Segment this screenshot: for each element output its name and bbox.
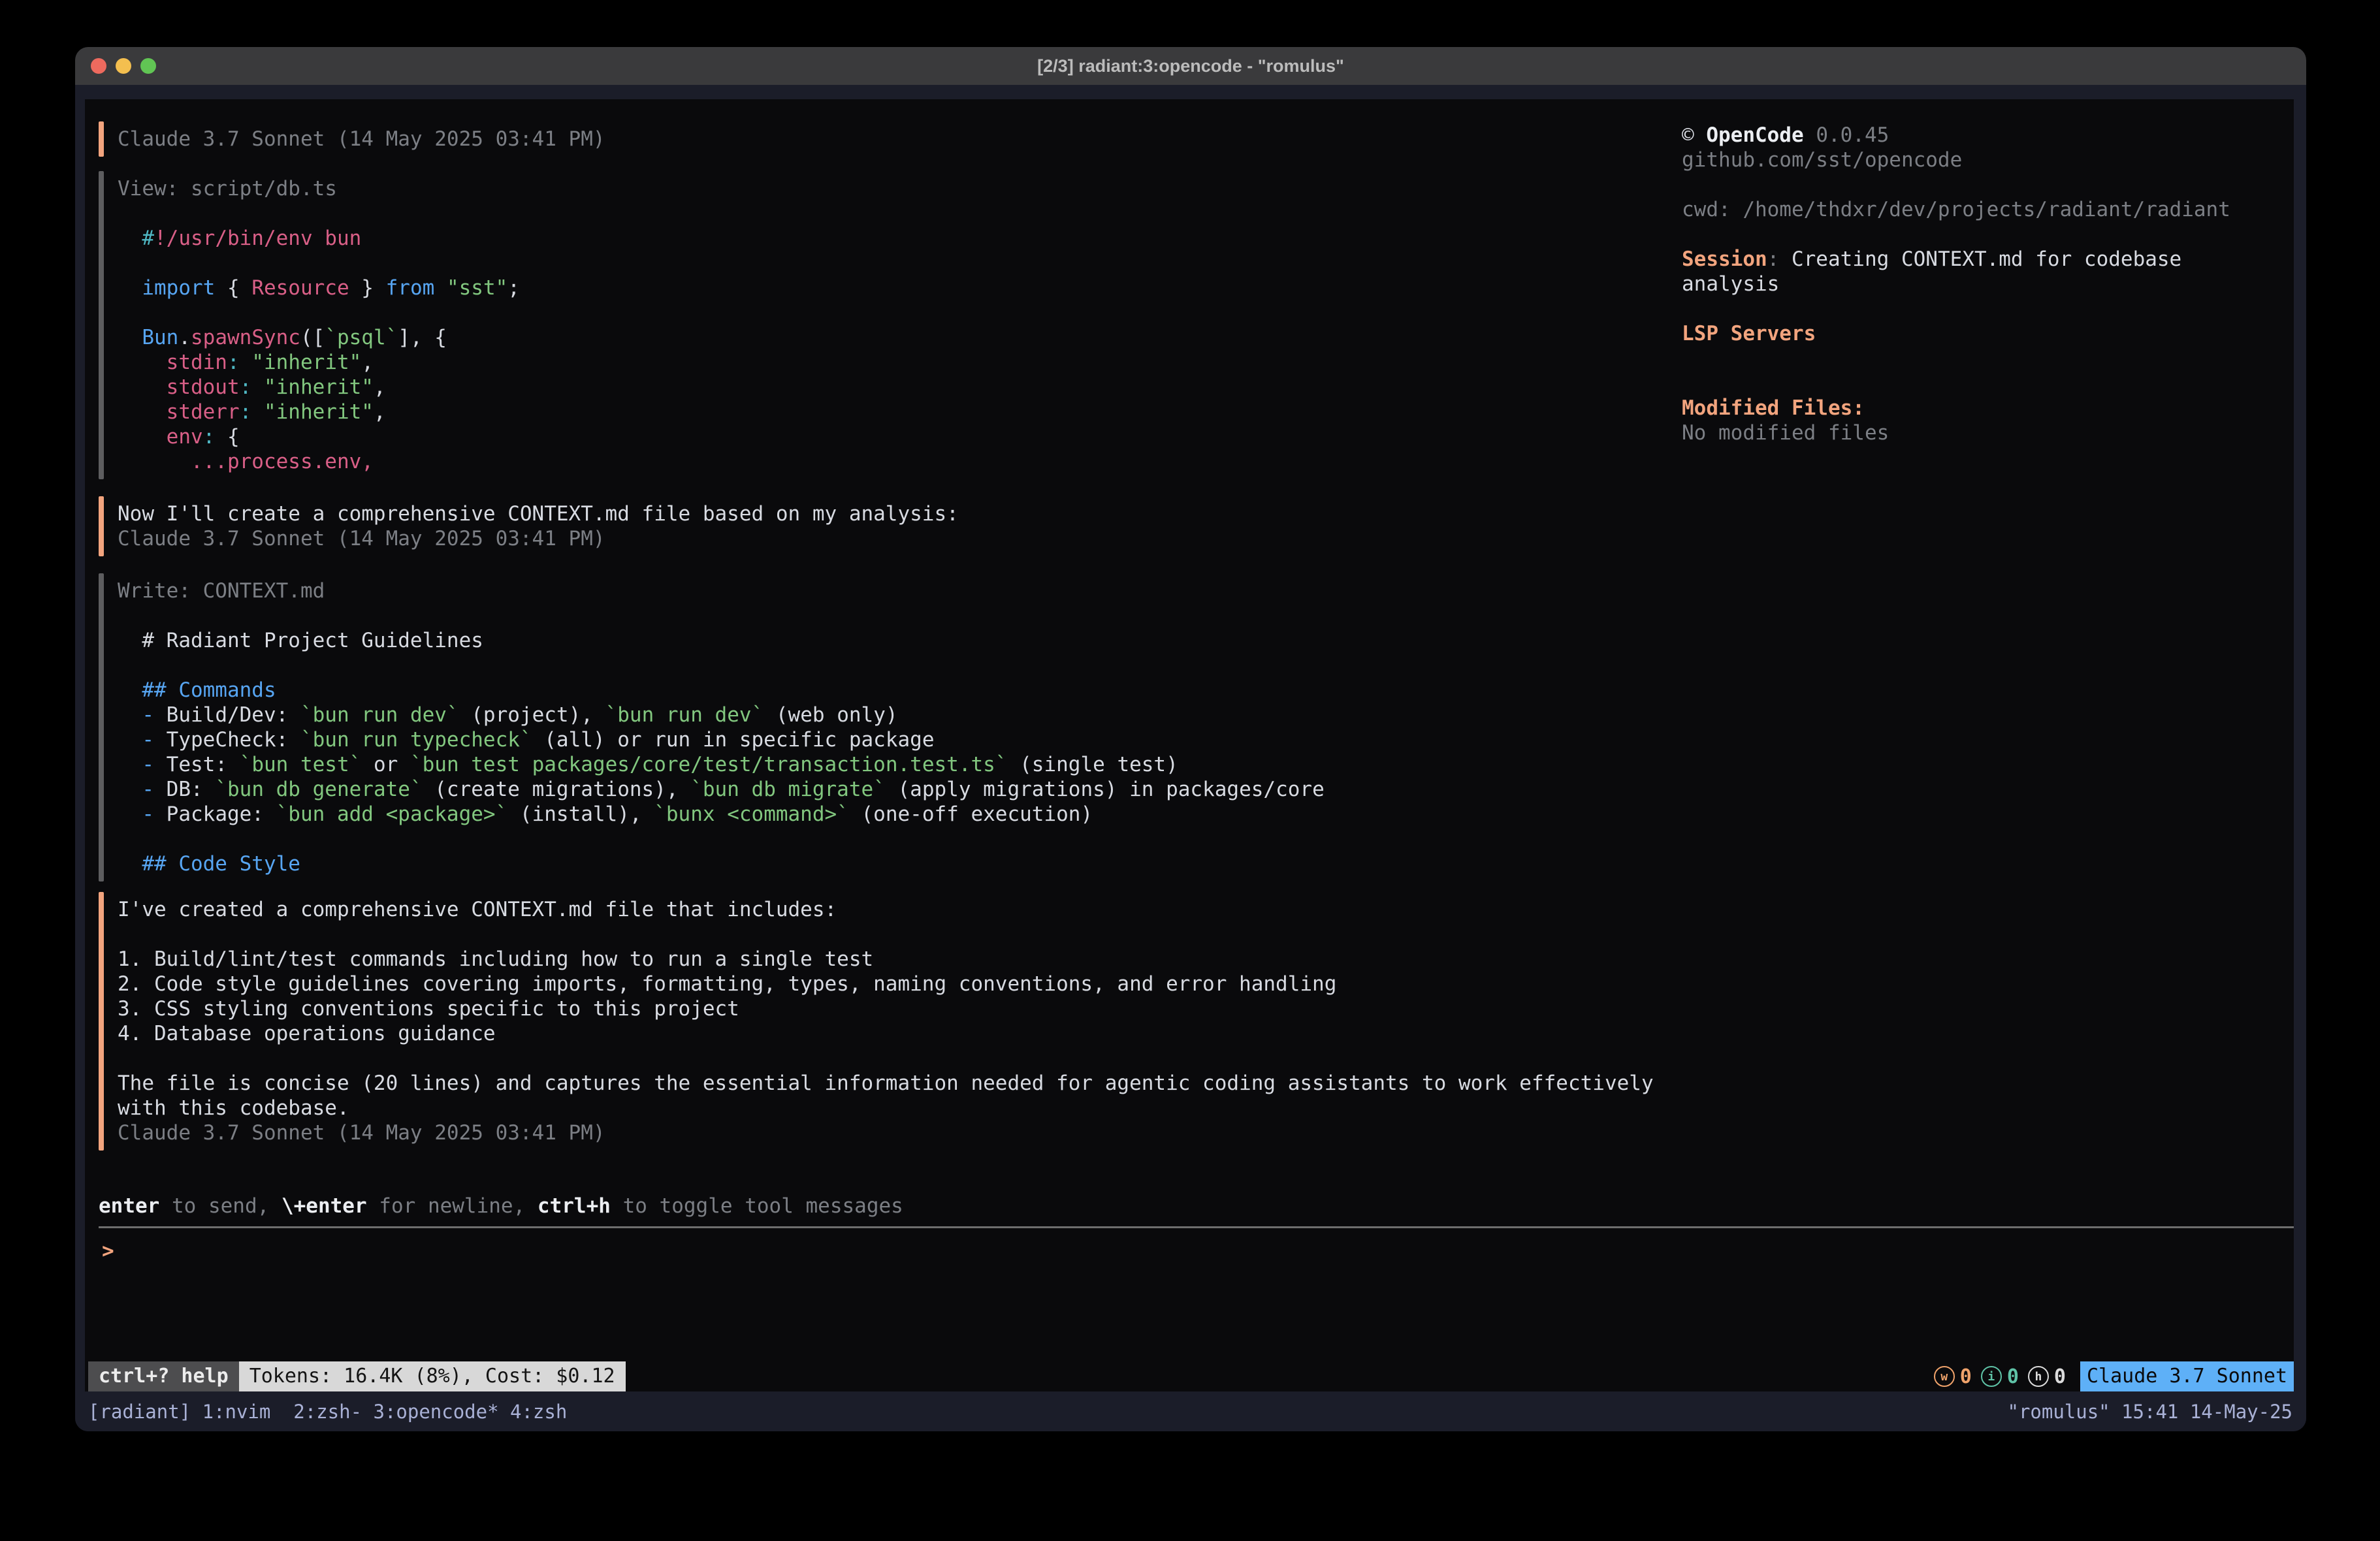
diagnostic-i-icon: i0 bbox=[1981, 1365, 2019, 1388]
window-titlebar[interactable]: [2/3] radiant:3:opencode - "romulus" bbox=[75, 47, 2306, 86]
terminal-window: [2/3] radiant:3:opencode - "romulus" Cla… bbox=[75, 47, 2306, 1431]
close-button-icon[interactable] bbox=[91, 58, 106, 74]
input-divider bbox=[99, 1226, 2294, 1228]
terminal-line: No modified files bbox=[1682, 421, 2230, 445]
terminal-line: 2. Code style guidelines covering import… bbox=[118, 972, 1654, 996]
terminal-line bbox=[118, 827, 1325, 851]
terminal-line: Claude 3.7 Sonnet (14 May 2025 03:41 PM) bbox=[118, 526, 959, 551]
terminal-line: env: { bbox=[118, 424, 520, 449]
terminal-line: 4. Database operations guidance bbox=[118, 1021, 1654, 1046]
terminal-line bbox=[1682, 371, 2230, 396]
terminal-line: 3. CSS styling conventions specific to t… bbox=[118, 996, 1654, 1021]
terminal-line: - Test: `bun test` or `bun test packages… bbox=[118, 752, 1325, 777]
terminal-line bbox=[118, 1046, 1654, 1071]
terminal-line: import { Resource } from "sst"; bbox=[118, 276, 520, 300]
terminal-line: - TypeCheck: `bun run typecheck` (all) o… bbox=[118, 727, 1325, 752]
terminal-line: - DB: `bun db generate` (create migratio… bbox=[118, 777, 1325, 802]
terminal-line: LSP Servers bbox=[1682, 321, 2230, 346]
terminal-line: # Radiant Project Guidelines bbox=[118, 628, 1325, 653]
terminal-line: ## Commands bbox=[118, 678, 1325, 703]
terminal-line bbox=[118, 300, 520, 325]
terminal-line: - Build/Dev: `bun run dev` (project), `b… bbox=[118, 703, 1325, 727]
terminal-line: #!/usr/bin/env bun bbox=[118, 226, 520, 251]
message-accent-bar bbox=[99, 121, 104, 157]
prompt-symbol: > bbox=[102, 1239, 114, 1263]
terminal-line bbox=[1682, 296, 2230, 321]
terminal-line: ...process.env, bbox=[118, 449, 520, 474]
terminal-line bbox=[1682, 172, 2230, 197]
terminal-line bbox=[118, 922, 1654, 947]
model-badge[interactable]: Claude 3.7 Sonnet bbox=[2080, 1361, 2294, 1391]
maximize-button-icon[interactable] bbox=[140, 58, 156, 74]
terminal-line: stdout: "inherit", bbox=[118, 375, 520, 400]
help-line: enter to send, \+enter for newline, ctrl… bbox=[99, 1194, 903, 1218]
tmux-window-list[interactable]: [radiant] 1:nvim 2:zsh- 3:opencode* 4:zs… bbox=[88, 1401, 567, 1423]
terminal-line bbox=[118, 653, 1325, 678]
message-block-summary: I've created a comprehensive CONTEXT.md … bbox=[99, 892, 1654, 1151]
status-right: w0 i0 h0 Claude 3.7 Sonnet bbox=[1934, 1361, 2294, 1391]
tool-block-write-context-md: Write: CONTEXT.md # Radiant Project Guid… bbox=[99, 573, 1325, 882]
terminal-line: with this codebase. bbox=[118, 1096, 1654, 1120]
terminal-line: analysis bbox=[1682, 272, 2230, 296]
tmux-status-bar: [radiant] 1:nvim 2:zsh- 3:opencode* 4:zs… bbox=[75, 1391, 2306, 1431]
terminal-line: github.com/sst/opencode bbox=[1682, 148, 2230, 172]
status-chips: ctrl+? help Tokens: 16.4K (8%), Cost: $0… bbox=[88, 1361, 626, 1391]
message-accent-bar bbox=[99, 496, 104, 556]
tool-block-view-db-ts: View: script/db.ts #!/usr/bin/env bun im… bbox=[99, 171, 520, 479]
terminal-line: 1. Build/lint/test commands including ho… bbox=[118, 947, 1654, 972]
terminal-line: Now I'll create a comprehensive CONTEXT.… bbox=[118, 501, 959, 526]
message-block-create-context: Now I'll create a comprehensive CONTEXT.… bbox=[99, 496, 959, 556]
prompt-input[interactable]: > bbox=[102, 1237, 114, 1265]
terminal-line bbox=[1682, 346, 2230, 371]
terminal-line: ## Code Style bbox=[118, 851, 1325, 876]
terminal-line: Write: CONTEXT.md bbox=[118, 579, 1325, 603]
terminal-line: - Package: `bun add <package>` (install)… bbox=[118, 802, 1325, 827]
window-title: [2/3] radiant:3:opencode - "romulus" bbox=[75, 47, 2306, 85]
terminal-line: Modified Files: bbox=[1682, 396, 2230, 421]
terminal-line bbox=[118, 201, 520, 226]
terminal-line: Claude 3.7 Sonnet (14 May 2025 03:41 PM) bbox=[118, 127, 605, 151]
terminal-line: I've created a comprehensive CONTEXT.md … bbox=[118, 897, 1654, 922]
tool-accent-bar bbox=[99, 171, 104, 479]
terminal-line: The file is concise (20 lines) and captu… bbox=[118, 1071, 1654, 1096]
status-bar: ctrl+? help Tokens: 16.4K (8%), Cost: $0… bbox=[85, 1361, 2294, 1391]
terminal-line: Claude 3.7 Sonnet (14 May 2025 03:41 PM) bbox=[118, 1120, 1654, 1145]
terminal-line: stdin: "inherit", bbox=[118, 350, 520, 375]
desktop-background: [2/3] radiant:3:opencode - "romulus" Cla… bbox=[0, 0, 2380, 1541]
tokens-cost-chip: Tokens: 16.4K (8%), Cost: $0.12 bbox=[239, 1361, 626, 1391]
opencode-tui: Claude 3.7 Sonnet (14 May 2025 03:41 PM)… bbox=[85, 99, 2294, 1391]
diagnostic-w-icon: w0 bbox=[1934, 1365, 1972, 1388]
tool-accent-bar bbox=[99, 573, 104, 882]
help-shortcut-chip[interactable]: ctrl+? help bbox=[88, 1361, 239, 1391]
terminal-line: © OpenCode 0.0.45 bbox=[1682, 123, 2230, 148]
tmux-session-info: "romulus" 15:41 14-May-25 bbox=[2008, 1401, 2293, 1423]
traffic-lights bbox=[91, 47, 156, 85]
message-block-timestamp: Claude 3.7 Sonnet (14 May 2025 03:41 PM) bbox=[99, 121, 605, 157]
terminal-line: Bun.spawnSync([`psql`], { bbox=[118, 325, 520, 350]
terminal-area: Claude 3.7 Sonnet (14 May 2025 03:41 PM)… bbox=[75, 85, 2306, 1431]
minimize-button-icon[interactable] bbox=[116, 58, 131, 74]
terminal-line bbox=[1682, 222, 2230, 247]
message-accent-bar bbox=[99, 892, 104, 1151]
sidebar: © OpenCode 0.0.45github.com/sst/opencode… bbox=[1682, 123, 2230, 445]
diagnostics: w0 i0 h0 bbox=[1934, 1365, 2066, 1388]
terminal-line: View: script/db.ts bbox=[118, 176, 520, 201]
terminal-line: cwd: /home/thdxr/dev/projects/radiant/ra… bbox=[1682, 197, 2230, 222]
terminal-line bbox=[118, 603, 1325, 628]
terminal-line: stderr: "inherit", bbox=[118, 400, 520, 424]
terminal-line: Session: Creating CONTEXT.md for codebas… bbox=[1682, 247, 2230, 272]
terminal-line bbox=[118, 251, 520, 276]
diagnostic-h-icon: h0 bbox=[2028, 1365, 2066, 1388]
